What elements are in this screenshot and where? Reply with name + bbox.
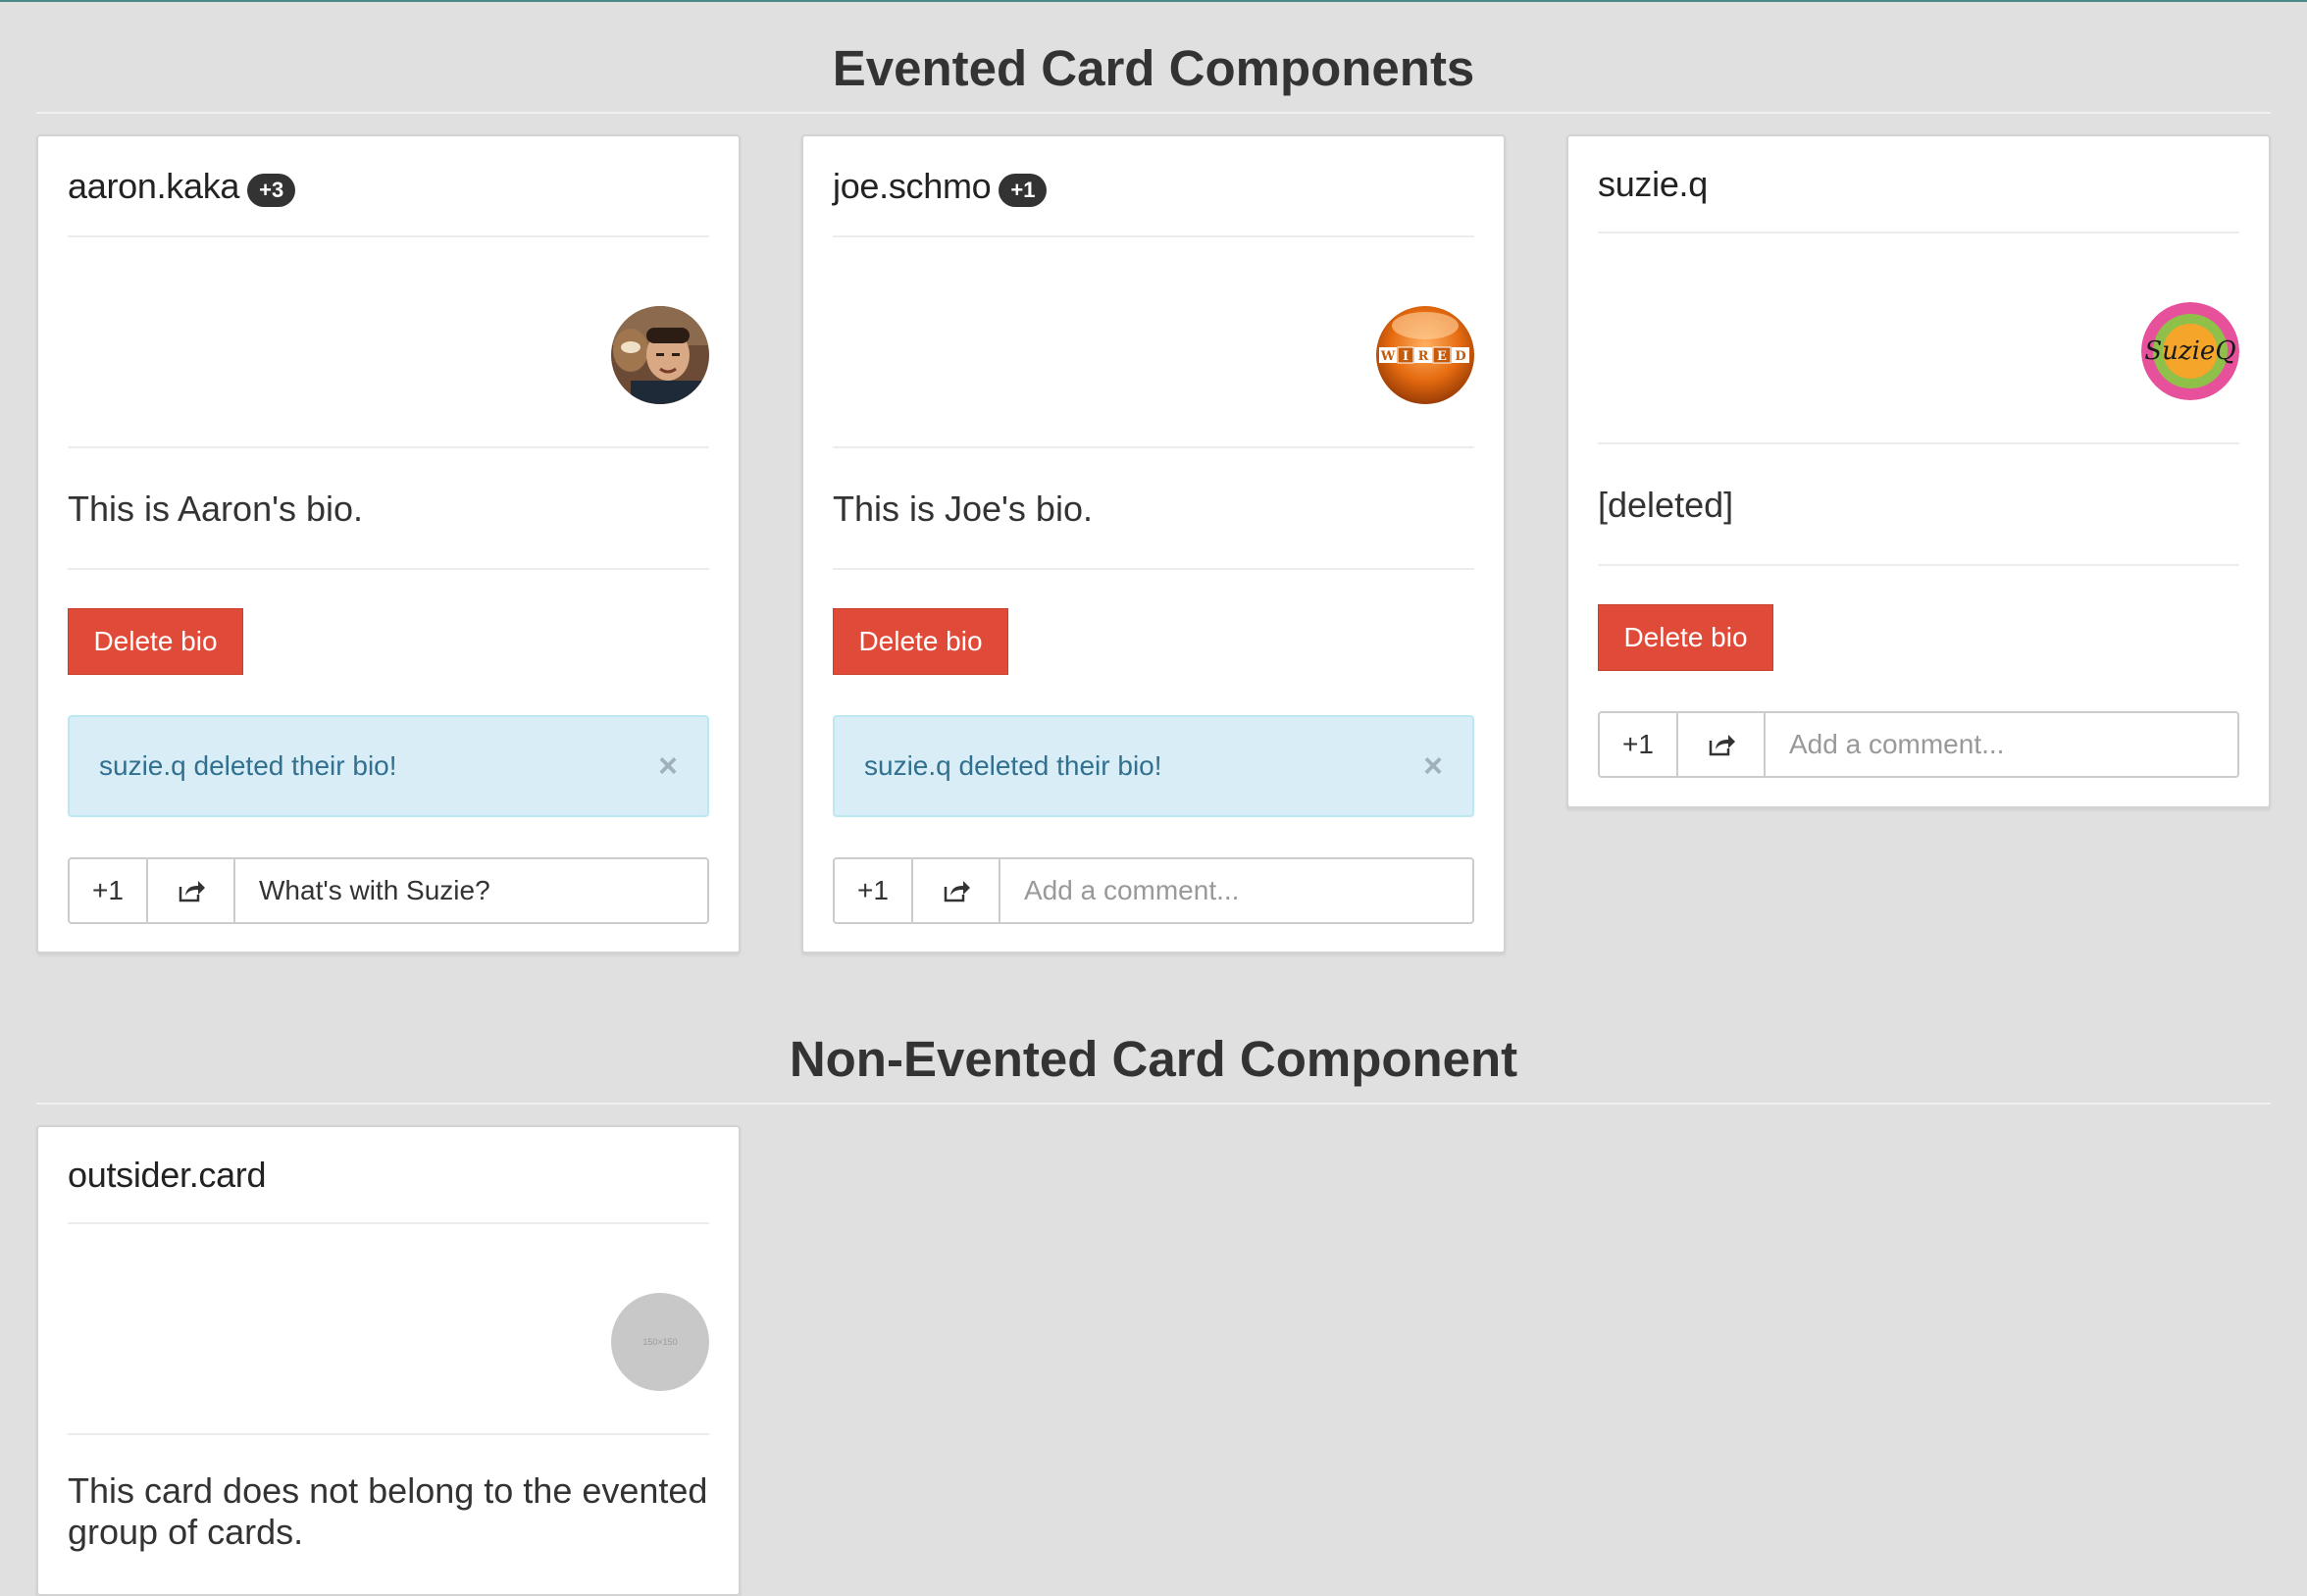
top-accent-line: [0, 0, 2307, 2]
avatar-area: SuzieQ: [1598, 233, 2239, 444]
comment-row: +1: [833, 857, 1474, 924]
comment-row: +1: [68, 857, 709, 924]
plus-one-button[interactable]: +1: [1600, 713, 1678, 776]
avatar-placeholder-label: 150×150: [642, 1337, 678, 1347]
avatar-area: [68, 237, 709, 448]
share-icon: [1709, 735, 1735, 756]
count-badge: +1: [999, 173, 1048, 207]
section-title-non-evented: Non-Evented Card Component: [36, 1026, 2271, 1105]
card-suzie: suzie.q SuzieQ [deleted] Delete bio +1: [1566, 134, 2271, 808]
close-icon[interactable]: ×: [658, 747, 678, 786]
comment-input[interactable]: [235, 859, 707, 922]
card-username: aaron.kaka: [68, 165, 240, 206]
share-button[interactable]: [913, 859, 1000, 922]
comment-row: +1: [1598, 711, 2239, 778]
card-bio: This card does not belong to the evented…: [68, 1470, 708, 1552]
card-bio: This is Aaron's bio.: [68, 448, 709, 570]
svg-text:W: W: [1380, 349, 1396, 364]
avatar: [611, 306, 709, 404]
card-header: outsider.card: [68, 1127, 709, 1224]
avatar-area: W I R E D: [833, 237, 1474, 448]
close-icon[interactable]: ×: [1423, 747, 1443, 786]
alert-text: suzie.q deleted their bio!: [864, 750, 1162, 781]
delete-bio-button[interactable]: Delete bio: [833, 608, 1008, 675]
share-icon: [944, 881, 970, 902]
alert-message: suzie.q deleted their bio! ×: [833, 715, 1474, 817]
card-username: outsider.card: [68, 1154, 267, 1195]
share-icon: [179, 881, 205, 902]
avatar-placeholder: 150×150: [611, 1293, 709, 1391]
alert-message: suzie.q deleted their bio! ×: [68, 715, 709, 817]
comment-input[interactable]: [1000, 859, 1472, 922]
card-joe: joe.schmo +1 W I R E D This is Joe's bio…: [801, 134, 1506, 953]
svg-text:D: D: [1455, 349, 1465, 364]
delete-bio-button[interactable]: Delete bio: [1598, 604, 1773, 671]
plus-one-button[interactable]: +1: [70, 859, 148, 922]
card-header: joe.schmo +1: [833, 136, 1474, 237]
delete-bio-button[interactable]: Delete bio: [68, 608, 243, 675]
svg-text:R: R: [1418, 349, 1429, 364]
card-bio: This is Joe's bio.: [833, 448, 1474, 570]
avatar-area: 150×150: [68, 1224, 709, 1435]
card-username: suzie.q: [1598, 163, 1708, 204]
svg-text:I: I: [1403, 349, 1409, 364]
avatar: W I R E D: [1376, 306, 1474, 404]
alert-text: suzie.q deleted their bio!: [99, 750, 397, 781]
avatar: SuzieQ: [2141, 302, 2239, 400]
plus-one-button[interactable]: +1: [835, 859, 913, 922]
section-title-evented: Evented Card Components: [36, 35, 2271, 114]
card-aaron: aaron.kaka +3 This is Aaron's bio. Delet…: [36, 134, 741, 953]
card-bio: [deleted]: [1598, 444, 2239, 566]
share-button[interactable]: [148, 859, 235, 922]
card-username: joe.schmo: [833, 165, 992, 206]
card-outsider: outsider.card 150×150 This card does not…: [36, 1125, 741, 1596]
comment-input[interactable]: [1766, 713, 2237, 776]
count-badge: +3: [247, 173, 296, 207]
avatar-label: SuzieQ: [2144, 336, 2235, 366]
card-header: suzie.q: [1598, 136, 2239, 233]
share-button[interactable]: [1678, 713, 1766, 776]
card-header: aaron.kaka +3: [68, 136, 709, 237]
svg-text:E: E: [1437, 349, 1447, 364]
